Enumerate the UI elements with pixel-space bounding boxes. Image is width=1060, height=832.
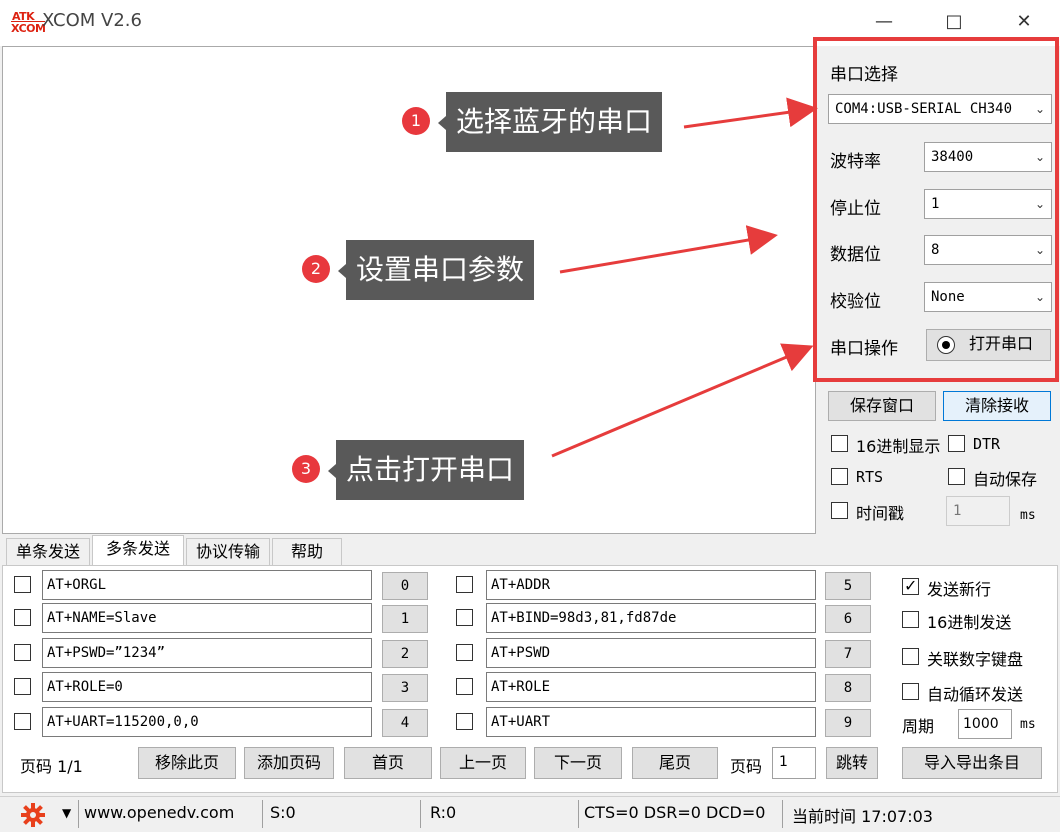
- app-logo: ATK XCOM: [11, 10, 46, 35]
- divider: [262, 800, 263, 828]
- command-checkbox[interactable]: [14, 576, 31, 593]
- send-command-button[interactable]: 4: [382, 709, 428, 737]
- auto-save-label: 自动保存: [973, 470, 1038, 489]
- dtr-checkbox[interactable]: [948, 435, 965, 452]
- divider: [78, 800, 79, 828]
- send-command-button[interactable]: 9: [825, 709, 871, 737]
- minimize-icon[interactable]: —: [866, 6, 902, 38]
- annotation-badge-1: 1: [402, 107, 430, 135]
- divider: [420, 800, 421, 828]
- maximize-icon[interactable]: □: [936, 6, 972, 38]
- page-input-label: 页码: [730, 757, 763, 776]
- tab-protocol[interactable]: 协议传输: [186, 538, 270, 566]
- rts-label: RTS: [856, 468, 884, 486]
- send-newline-checkbox[interactable]: [902, 576, 919, 595]
- command-input[interactable]: AT+PSWD=”1234”: [42, 638, 372, 668]
- send-command-button[interactable]: 8: [825, 674, 871, 702]
- command-input[interactable]: AT+UART=115200,0,0: [42, 707, 372, 737]
- command-input[interactable]: AT+ADDR: [486, 570, 816, 600]
- prev-page-button[interactable]: 上一页: [440, 747, 526, 779]
- annotation-callout-1: 选择蓝牙的串口: [437, 92, 663, 152]
- remove-page-button[interactable]: 移除此页: [138, 747, 236, 779]
- ms-label: ms: [1020, 508, 1036, 523]
- link-numpad-checkbox[interactable]: [902, 648, 919, 665]
- received-count: R:0: [430, 803, 457, 822]
- period-label: 周期: [902, 717, 935, 736]
- command-checkbox[interactable]: [456, 713, 473, 730]
- last-page-button[interactable]: 尾页: [632, 747, 718, 779]
- page-indicator: 页码 1/1: [20, 757, 83, 776]
- jump-button[interactable]: 跳转: [826, 747, 878, 779]
- hex-display-checkbox[interactable]: [831, 435, 848, 452]
- command-input[interactable]: AT+UART: [486, 707, 816, 737]
- command-input[interactable]: AT+BIND=98d3,81,fd87de: [486, 603, 816, 633]
- command-input[interactable]: AT+ROLE=0: [42, 672, 372, 702]
- rts-checkbox[interactable]: [831, 468, 848, 485]
- command-checkbox[interactable]: [14, 644, 31, 661]
- auto-loop-checkbox[interactable]: [902, 683, 919, 700]
- annotation-badge-2: 2: [302, 255, 330, 283]
- tab-single-send[interactable]: 单条发送: [6, 538, 90, 566]
- command-checkbox[interactable]: [14, 609, 31, 626]
- command-input[interactable]: AT+PSWD: [486, 638, 816, 668]
- hex-display-label: 16进制显示: [856, 437, 941, 456]
- send-newline-label: 发送新行: [927, 580, 992, 599]
- period-input[interactable]: 1000: [958, 709, 1012, 739]
- hex-send-label: 16进制发送: [927, 613, 1012, 632]
- command-checkbox[interactable]: [14, 713, 31, 730]
- auto-save-checkbox[interactable]: [948, 468, 965, 485]
- send-command-button[interactable]: 2: [382, 640, 428, 668]
- command-input[interactable]: AT+NAME=Slave: [42, 603, 372, 633]
- command-checkbox[interactable]: [14, 678, 31, 695]
- save-window-button[interactable]: 保存窗口: [828, 391, 936, 421]
- website-link[interactable]: www.openedv.com: [84, 803, 234, 822]
- command-checkbox[interactable]: [456, 644, 473, 661]
- caret-down-icon[interactable]: ▼: [62, 806, 71, 820]
- annotation-badge-3: 3: [292, 455, 320, 483]
- window-title: XCOM V2.6: [42, 10, 142, 31]
- period-ms-label: ms: [1020, 717, 1036, 732]
- divider: [578, 800, 579, 828]
- divider: [782, 800, 783, 828]
- send-command-button[interactable]: 7: [825, 640, 871, 668]
- send-command-button[interactable]: 3: [382, 674, 428, 702]
- command-checkbox[interactable]: [456, 609, 473, 626]
- page-input[interactable]: 1: [772, 747, 816, 779]
- close-icon[interactable]: ✕: [1006, 6, 1042, 38]
- annotation-callout-2: 设置串口参数: [337, 240, 535, 300]
- next-page-button[interactable]: 下一页: [534, 747, 622, 779]
- link-numpad-label: 关联数字键盘: [927, 650, 1024, 669]
- auto-loop-label: 自动循环发送: [927, 685, 1024, 704]
- current-time: 当前时间 17:07:03: [792, 807, 933, 826]
- command-checkbox[interactable]: [456, 678, 473, 695]
- send-command-button[interactable]: 6: [825, 605, 871, 633]
- sent-count: S:0: [270, 803, 296, 822]
- send-command-button[interactable]: 1: [382, 605, 428, 633]
- timestamp-label: 时间戳: [856, 504, 905, 523]
- timestamp-input[interactable]: 1: [946, 496, 1010, 526]
- tab-multi-send[interactable]: 多条发送: [92, 535, 184, 566]
- send-command-button[interactable]: 5: [825, 572, 871, 600]
- line-status: CTS=0 DSR=0 DCD=0: [584, 803, 766, 822]
- dtr-label: DTR: [973, 435, 1001, 453]
- add-page-button[interactable]: 添加页码: [244, 747, 334, 779]
- first-page-button[interactable]: 首页: [344, 747, 432, 779]
- gear-icon[interactable]: [20, 802, 46, 828]
- command-input[interactable]: AT+ORGL: [42, 570, 372, 600]
- import-export-button[interactable]: 导入导出条目: [902, 747, 1042, 779]
- annotation-callout-3: 点击打开串口: [327, 440, 525, 500]
- command-input[interactable]: AT+ROLE: [486, 672, 816, 702]
- tab-help[interactable]: 帮助: [272, 538, 342, 566]
- command-checkbox[interactable]: [456, 576, 473, 593]
- hex-send-checkbox[interactable]: [902, 611, 919, 628]
- highlight-box: [813, 37, 1059, 382]
- timestamp-checkbox[interactable]: [831, 502, 848, 519]
- send-command-button[interactable]: 0: [382, 572, 428, 600]
- clear-receive-button[interactable]: 清除接收: [943, 391, 1051, 421]
